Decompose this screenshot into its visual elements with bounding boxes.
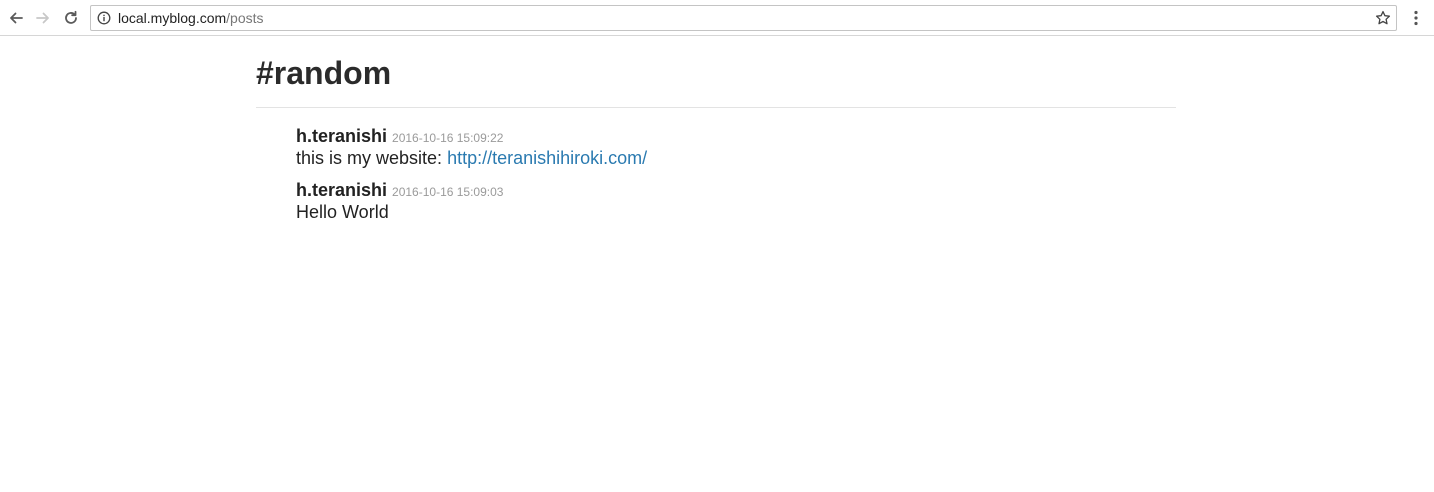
post-item: h.teranishi 2016-10-16 15:09:03 Hello Wor… <box>296 179 1156 223</box>
post-timestamp: 2016-10-16 15:09:22 <box>392 131 504 145</box>
post-author: h.teranishi <box>296 180 388 200</box>
forward-arrow-icon <box>36 12 49 24</box>
post-body: Hello World <box>296 201 1156 223</box>
reload-icon <box>65 10 77 24</box>
title-divider <box>256 107 1176 108</box>
post-link[interactable]: http://teranishihiroki.com/ <box>447 148 647 168</box>
post-header: h.teranishi 2016-10-16 15:09:22 <box>296 125 1156 147</box>
back-arrow-icon <box>10 12 23 24</box>
channel-title: #random <box>256 55 392 91</box>
back-button[interactable] <box>4 6 28 30</box>
post-text: Hello World <box>296 202 389 222</box>
reload-button[interactable] <box>59 6 83 30</box>
post-body: this is my website: http://teranishihiro… <box>296 147 1156 169</box>
post-header: h.teranishi 2016-10-16 15:09:03 <box>296 179 1156 201</box>
post-text: this is my website: <box>296 148 443 168</box>
url-host: local.myblog.com <box>118 10 227 26</box>
address-bar[interactable]: local.myblog.com/posts <box>90 5 1397 31</box>
url-text[interactable]: local.myblog.com/posts <box>118 10 264 27</box>
star-icon[interactable] <box>1375 10 1391 26</box>
info-icon[interactable] <box>97 11 111 25</box>
post-item: h.teranishi 2016-10-16 15:09:22 this is m… <box>296 125 1156 169</box>
kebab-menu-icon <box>1414 10 1418 26</box>
browser-toolbar: local.myblog.com/posts <box>0 0 1434 36</box>
post-author: h.teranishi <box>296 126 388 146</box>
url-path: /posts <box>226 10 264 26</box>
browser-menu-button[interactable] <box>1406 6 1426 30</box>
post-timestamp: 2016-10-16 15:09:03 <box>392 185 504 199</box>
forward-button[interactable] <box>31 6 55 30</box>
